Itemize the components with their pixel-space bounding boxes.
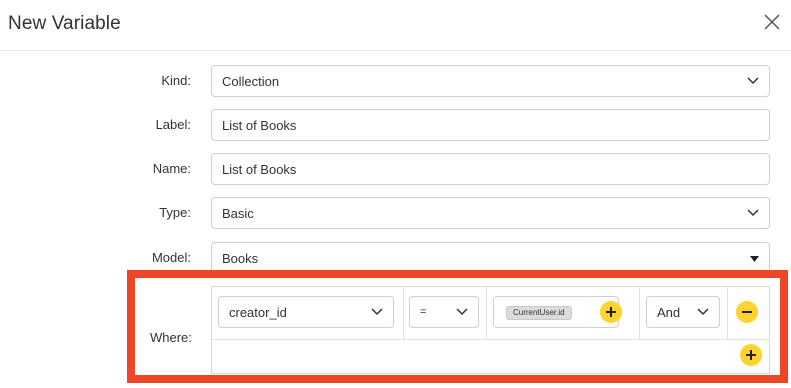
type-row: Type: Basic xyxy=(0,197,791,229)
kind-value: Collection xyxy=(222,74,280,89)
type-select[interactable]: Basic xyxy=(211,197,770,229)
type-label: Type: xyxy=(159,205,191,220)
close-icon[interactable] xyxy=(763,13,781,31)
caret-down-icon xyxy=(750,256,759,262)
type-value: Basic xyxy=(222,206,254,221)
label-label: Label: xyxy=(155,117,191,132)
model-value: Books xyxy=(222,251,259,266)
model-label: Model: xyxy=(151,250,191,265)
highlight-frame xyxy=(127,270,788,383)
chevron-down-icon xyxy=(747,209,759,217)
name-label: Name: xyxy=(152,161,191,176)
kind-row: Kind: Collection xyxy=(0,65,791,97)
label-input[interactable]: List of Books xyxy=(211,109,770,141)
kind-select[interactable]: Collection xyxy=(211,65,770,97)
kind-label: Kind: xyxy=(161,73,191,88)
chevron-down-icon xyxy=(747,77,759,85)
dialog-title: New Variable xyxy=(8,13,121,34)
name-value: List of Books xyxy=(222,162,297,177)
dialog-header: New Variable xyxy=(0,0,791,51)
name-input[interactable]: List of Books xyxy=(211,153,770,185)
label-value: List of Books xyxy=(222,118,297,133)
name-row: Name: List of Books xyxy=(0,153,791,185)
label-row: Label: List of Books xyxy=(0,109,791,141)
